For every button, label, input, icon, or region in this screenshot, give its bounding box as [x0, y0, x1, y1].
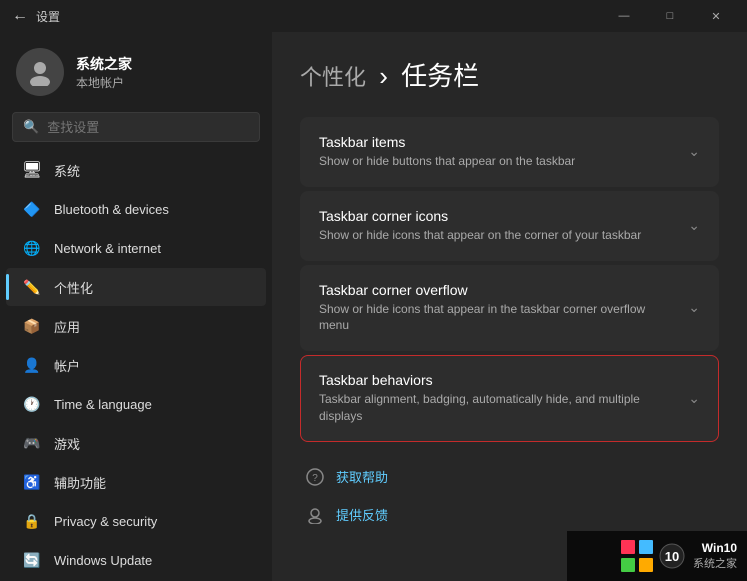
search-icon: 🔍: [23, 119, 39, 135]
taskbar-corner-icons-card[interactable]: Taskbar corner icons Show or hide icons …: [300, 191, 719, 261]
system-icon: 🖥: [22, 160, 42, 180]
card-text: Taskbar behaviors Taskbar alignment, bad…: [319, 372, 676, 425]
minimize-button[interactable]: —: [601, 0, 647, 32]
sidebar-item-label: 系统: [54, 161, 80, 180]
chevron-icon: ⌄: [688, 217, 700, 234]
sidebar-item-gaming[interactable]: 🎮 游戏: [6, 424, 266, 462]
page-title: 个性化 › 任务栏: [300, 56, 719, 93]
titlebar-title: 设置: [36, 8, 60, 25]
watermark-icons: 10: [619, 538, 687, 574]
card-text: Taskbar corner icons Show or hide icons …: [319, 208, 676, 244]
watermark-line1: Win10: [693, 541, 737, 557]
card-inner: Taskbar items Show or hide buttons that …: [301, 118, 718, 186]
card-desc: Taskbar alignment, badging, automaticall…: [319, 391, 676, 425]
chevron-icon: ⌄: [688, 143, 700, 160]
taskbar-corner-overflow-card[interactable]: Taskbar corner overflow Show or hide ico…: [300, 265, 719, 352]
network-icon: 🌐: [22, 238, 42, 258]
privacy-icon: 🔒: [22, 511, 42, 531]
card-desc: Show or hide icons that appear on the co…: [319, 227, 676, 244]
watermark-line2: 系统之家: [693, 557, 737, 571]
maximize-button[interactable]: □: [647, 0, 693, 32]
card-text: Taskbar corner overflow Show or hide ico…: [319, 282, 676, 335]
user-info: 系统之家 本地帐户: [76, 54, 132, 91]
sidebar-item-privacy[interactable]: 🔒 Privacy & security: [6, 502, 266, 540]
breadcrumb-part1: 个性化: [300, 65, 366, 90]
card-text: Taskbar items Show or hide buttons that …: [319, 134, 676, 170]
chevron-icon: ⌄: [688, 299, 700, 316]
sidebar-item-label: Bluetooth & devices: [54, 202, 169, 217]
breadcrumb-separator: ›: [379, 61, 388, 91]
card-desc: Show or hide icons that appear in the ta…: [319, 301, 676, 335]
sidebar-item-system[interactable]: 🖥 系统: [6, 151, 266, 189]
user-name: 系统之家: [76, 54, 132, 74]
sidebar-item-label: 辅助功能: [54, 473, 106, 492]
feedback-label[interactable]: 提供反馈: [336, 505, 388, 524]
user-subtitle: 本地帐户: [76, 74, 132, 91]
update-icon: 🔄: [22, 550, 42, 570]
gaming-icon: 🎮: [22, 433, 42, 453]
watermark-text: Win10 系统之家: [693, 541, 737, 571]
search-input[interactable]: [47, 120, 249, 135]
user-profile[interactable]: 系统之家 本地帐户: [0, 32, 272, 108]
sidebar-item-label: 应用: [54, 317, 80, 336]
nav-list: 🖥 系统 🔷 Bluetooth & devices 🌐 Network & i…: [0, 150, 272, 581]
card-title: Taskbar corner icons: [319, 208, 676, 224]
sidebar-item-network[interactable]: 🌐 Network & internet: [6, 229, 266, 267]
sidebar-item-accounts[interactable]: 👤 帐户: [6, 346, 266, 384]
breadcrumb-part2: 任务栏: [401, 61, 479, 91]
card-inner: Taskbar corner icons Show or hide icons …: [301, 192, 718, 260]
personalization-icon: ✏️: [22, 277, 42, 297]
sidebar-item-accessibility[interactable]: ♿ 辅助功能: [6, 463, 266, 501]
apps-icon: 📦: [22, 316, 42, 336]
sidebar-item-label: Network & internet: [54, 241, 161, 256]
bluetooth-icon: 🔷: [22, 199, 42, 219]
titlebar-controls: — □ ✕: [601, 0, 739, 32]
search-box[interactable]: 🔍: [12, 112, 260, 142]
card-title: Taskbar corner overflow: [319, 282, 676, 298]
svg-text:10: 10: [665, 549, 679, 564]
sidebar-item-label: Windows Update: [54, 553, 152, 568]
card-desc: Show or hide buttons that appear on the …: [319, 153, 676, 170]
feedback-item[interactable]: 提供反馈: [300, 496, 719, 534]
help-section: ? 获取帮助 提供反馈: [300, 458, 719, 534]
avatar: [16, 48, 64, 96]
svg-text:?: ?: [312, 473, 318, 484]
watermark: 10 Win10 系统之家: [567, 531, 747, 581]
taskbar-behaviors-card[interactable]: Taskbar behaviors Taskbar alignment, bad…: [300, 355, 719, 442]
get-help-item[interactable]: ? 获取帮助: [300, 458, 719, 496]
help-icon: ?: [304, 466, 326, 488]
card-title: Taskbar items: [319, 134, 676, 150]
sidebar-item-time[interactable]: 🕐 Time & language: [6, 385, 266, 423]
feedback-icon: [304, 504, 326, 526]
card-inner: Taskbar behaviors Taskbar alignment, bad…: [301, 356, 718, 441]
titlebar: ← 设置 — □ ✕: [0, 0, 747, 32]
close-button[interactable]: ✕: [693, 0, 739, 32]
accounts-icon: 👤: [22, 355, 42, 375]
accessibility-icon: ♿: [22, 472, 42, 492]
sidebar-item-bluetooth[interactable]: 🔷 Bluetooth & devices: [6, 190, 266, 228]
get-help-label[interactable]: 获取帮助: [336, 467, 388, 486]
sidebar-item-label: 个性化: [54, 278, 93, 297]
sidebar-item-apps[interactable]: 📦 应用: [6, 307, 266, 345]
time-icon: 🕐: [22, 394, 42, 414]
back-button[interactable]: ←: [12, 7, 28, 25]
sidebar-item-label: Privacy & security: [54, 514, 157, 529]
sidebar-item-label: Time & language: [54, 397, 152, 412]
content-area: 个性化 › 任务栏 Taskbar items Show or hide but…: [272, 32, 747, 581]
titlebar-left: ← 设置: [12, 7, 60, 25]
app-container: 系统之家 本地帐户 🔍 🖥 系统 🔷 Bluetooth & devices 🌐…: [0, 32, 747, 581]
sidebar-item-label: 帐户: [54, 356, 80, 375]
sidebar-item-update[interactable]: 🔄 Windows Update: [6, 541, 266, 579]
sidebar-item-label: 游戏: [54, 434, 80, 453]
taskbar-items-card[interactable]: Taskbar items Show or hide buttons that …: [300, 117, 719, 187]
chevron-icon: ⌄: [688, 390, 700, 407]
sidebar: 系统之家 本地帐户 🔍 🖥 系统 🔷 Bluetooth & devices 🌐…: [0, 32, 272, 581]
card-inner: Taskbar corner overflow Show or hide ico…: [301, 266, 718, 351]
card-title: Taskbar behaviors: [319, 372, 676, 388]
sidebar-item-personalization[interactable]: ✏️ 个性化: [6, 268, 266, 306]
